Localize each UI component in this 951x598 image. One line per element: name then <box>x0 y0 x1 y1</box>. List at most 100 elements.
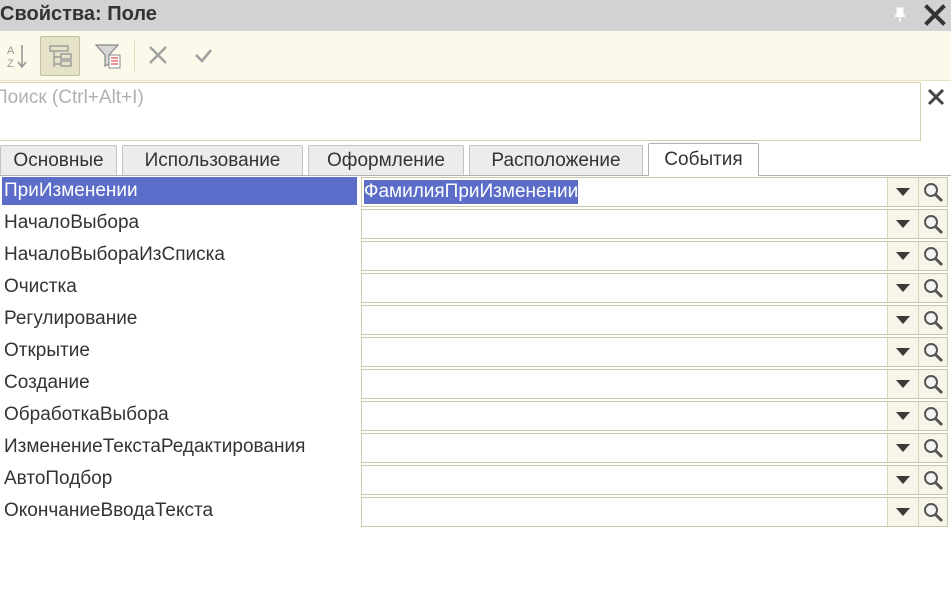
event-row[interactable]: НачалоВыбора <box>0 208 951 240</box>
event-row[interactable]: АвтоПодбор <box>0 464 951 496</box>
chevron-down-icon <box>896 284 910 292</box>
dropdown-button[interactable] <box>887 306 918 334</box>
checkmark-icon <box>195 49 213 63</box>
search-box[interactable] <box>0 82 921 141</box>
close-icon[interactable] <box>924 4 946 26</box>
search-clear-icon[interactable] <box>925 86 947 108</box>
dropdown-button[interactable] <box>887 210 918 238</box>
open-handler-button[interactable] <box>918 402 947 430</box>
magnifier-icon <box>924 375 944 395</box>
svg-text:A: A <box>7 45 15 57</box>
search-input[interactable] <box>0 85 894 111</box>
open-handler-button[interactable] <box>918 242 947 270</box>
event-handler-field[interactable] <box>361 241 948 271</box>
dropdown-button[interactable] <box>887 498 918 526</box>
event-row[interactable]: Регулирование <box>0 304 951 336</box>
window-title: Свойства: Поле <box>0 3 157 25</box>
chevron-down-icon <box>896 444 910 452</box>
event-label[interactable]: Создание <box>2 369 357 397</box>
pin-icon[interactable] <box>893 6 907 24</box>
tab-osnovnye[interactable]: Основные <box>0 145 117 175</box>
sort-az-icon: A Z <box>7 45 27 70</box>
event-row[interactable]: Создание <box>0 368 951 400</box>
filter-button[interactable] <box>88 36 128 76</box>
magnifier-icon <box>924 343 944 363</box>
open-handler-button[interactable] <box>918 498 947 526</box>
open-handler-button[interactable] <box>918 306 947 334</box>
chevron-down-icon <box>896 220 910 228</box>
magnifier-icon <box>924 503 944 523</box>
dropdown-button[interactable] <box>887 466 918 494</box>
filter-icon <box>94 44 121 69</box>
chevron-down-icon <box>896 316 910 324</box>
event-handler-field[interactable]: ФамилияПриИзменении <box>361 177 948 207</box>
event-handler-field[interactable] <box>361 433 948 463</box>
tab-ispolzovanie[interactable]: Использование <box>122 145 303 175</box>
event-label[interactable]: ПриИзменении <box>2 177 357 205</box>
tab-raspolozhenie[interactable]: Расположение <box>469 145 643 175</box>
event-row[interactable]: Очистка <box>0 272 951 304</box>
apply-button[interactable] <box>185 36 225 76</box>
event-label[interactable]: ИзменениеТекстаРедактирования <box>2 433 357 461</box>
magnifier-icon <box>924 471 944 491</box>
chevron-down-icon <box>896 252 910 260</box>
dropdown-button[interactable] <box>887 274 918 302</box>
event-handler-field[interactable] <box>361 369 948 399</box>
dropdown-button[interactable] <box>887 242 918 270</box>
magnifier-icon <box>924 311 944 331</box>
dropdown-button[interactable] <box>887 338 918 366</box>
event-row[interactable]: ОкончаниеВводаТекста <box>0 496 951 528</box>
tab-oformlenie[interactable]: Оформление <box>308 145 464 175</box>
event-handler-field[interactable] <box>361 497 948 527</box>
event-row[interactable]: НачалоВыбораИзСписка <box>0 240 951 272</box>
open-handler-button[interactable] <box>918 434 947 462</box>
open-handler-button[interactable] <box>918 370 947 398</box>
event-label[interactable]: ОкончаниеВводаТекста <box>2 497 357 525</box>
magnifier-icon <box>924 215 944 235</box>
event-handler-field[interactable] <box>361 305 948 335</box>
event-row[interactable]: Открытие <box>0 336 951 368</box>
event-row[interactable]: ОбработкаВыбора <box>0 400 951 432</box>
event-handler-field[interactable] <box>361 337 948 367</box>
event-handler-field[interactable] <box>361 401 948 431</box>
chevron-down-icon <box>896 380 910 388</box>
open-handler-button[interactable] <box>918 466 947 494</box>
open-handler-button[interactable] <box>918 338 947 366</box>
x-icon <box>149 46 167 64</box>
chevron-down-icon <box>896 412 910 420</box>
event-row[interactable]: ПриИзменении ФамилияПриИзменении <box>0 176 951 208</box>
svg-text:Z: Z <box>7 58 14 70</box>
event-label[interactable]: ОбработкаВыбора <box>2 401 357 429</box>
categories-icon <box>49 45 72 67</box>
tab-sobytiya[interactable]: События <box>648 143 759 176</box>
event-handler-field[interactable] <box>361 273 948 303</box>
event-label[interactable]: Регулирование <box>2 305 357 333</box>
open-handler-button[interactable] <box>918 178 947 206</box>
event-label[interactable]: НачалоВыбораИзСписка <box>2 241 357 269</box>
event-handler-field[interactable] <box>361 209 948 239</box>
magnifier-icon <box>924 183 944 203</box>
chevron-down-icon <box>896 476 910 484</box>
magnifier-icon <box>924 247 944 267</box>
dropdown-button[interactable] <box>887 402 918 430</box>
open-handler-button[interactable] <box>918 210 947 238</box>
dropdown-button[interactable] <box>887 178 918 206</box>
categories-button[interactable] <box>40 36 80 76</box>
chevron-down-icon <box>896 188 910 196</box>
event-handler-value[interactable]: ФамилияПриИзменении <box>364 180 579 204</box>
magnifier-icon <box>924 407 944 427</box>
event-label[interactable]: Открытие <box>2 337 357 365</box>
event-label[interactable]: АвтоПодбор <box>2 465 357 493</box>
event-label[interactable]: Очистка <box>2 273 357 301</box>
dropdown-button[interactable] <box>887 434 918 462</box>
sort-alphabetical-button[interactable]: A Z <box>0 36 40 76</box>
clear-button[interactable] <box>139 36 179 76</box>
event-handler-field[interactable] <box>361 465 948 495</box>
event-label[interactable]: НачалоВыбора <box>2 209 357 237</box>
chevron-down-icon <box>896 508 910 516</box>
toolbar: A Z <box>0 31 951 81</box>
event-row[interactable]: ИзменениеТекстаРедактирования <box>0 432 951 464</box>
chevron-down-icon <box>896 348 910 356</box>
open-handler-button[interactable] <box>918 274 947 302</box>
dropdown-button[interactable] <box>887 370 918 398</box>
